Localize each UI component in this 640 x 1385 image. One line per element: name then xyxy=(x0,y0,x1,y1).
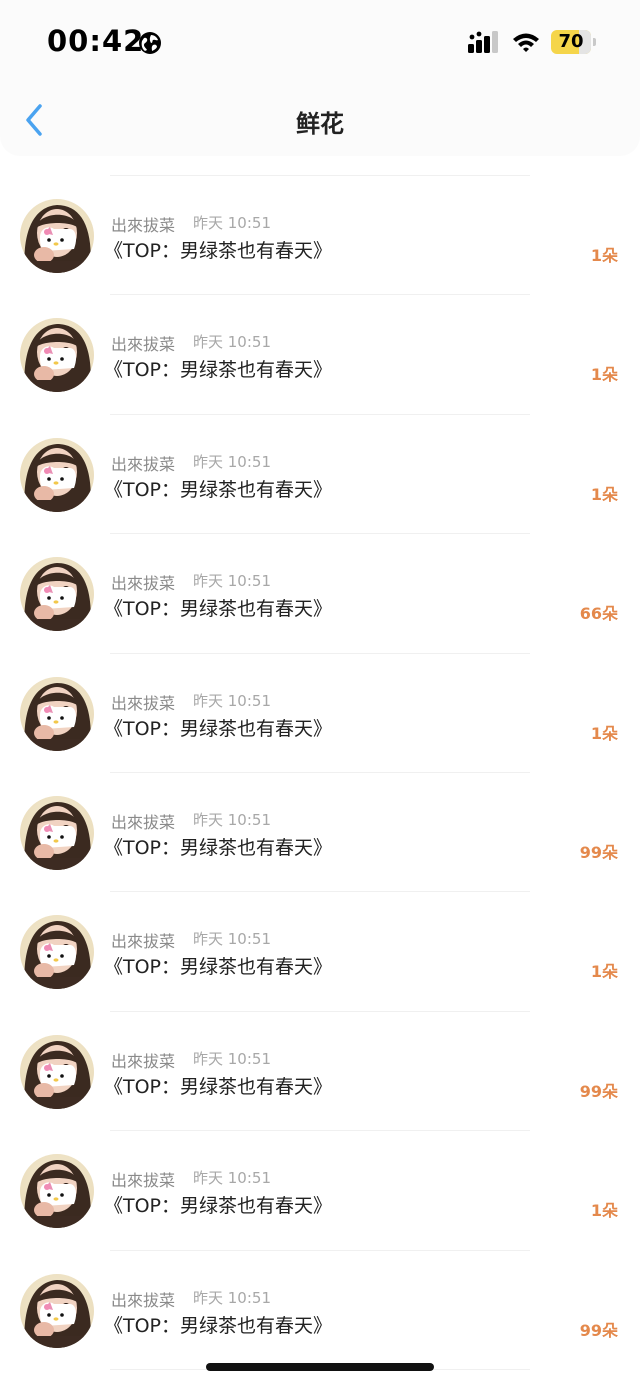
flower-count: 99朵 xyxy=(579,1320,618,1340)
book-title: 《TOP：男绿茶也有春天》 xyxy=(104,1314,333,1337)
book-title: 《TOP：男绿茶也有春天》 xyxy=(104,1075,333,1098)
avatar[interactable] xyxy=(20,795,94,870)
wifi-icon xyxy=(513,33,539,52)
avatar[interactable] xyxy=(20,437,94,512)
list-item[interactable]: 出來拔菜 昨天 10:51 《TOP：男绿茶也有春天》 1朵 xyxy=(0,654,640,773)
book-title: 《TOP：男绿茶也有春天》 xyxy=(104,717,333,740)
sender-name: 出來拔菜 xyxy=(111,1290,176,1310)
avatar[interactable] xyxy=(20,557,94,632)
sender-name: 出來拔菜 xyxy=(111,812,176,832)
timestamp: 昨天 10:51 xyxy=(193,333,271,352)
list-item[interactable]: 出來拔菜 昨天 10:51 《TOP：男绿茶也有春天》 1朵 xyxy=(0,295,640,415)
flower-count: 66朵 xyxy=(579,604,618,624)
timestamp: 昨天 10:51 xyxy=(193,930,271,949)
sender-name: 出來拔菜 xyxy=(111,574,176,594)
book-title: 《TOP：男绿茶也有春天》 xyxy=(104,956,333,979)
timestamp: 昨天 10:51 xyxy=(193,214,271,232)
book-title: 《TOP：男绿茶也有春天》 xyxy=(104,836,333,859)
globe-icon xyxy=(139,32,161,54)
list-item[interactable]: 出來拔菜 昨天 10:51 《TOP：男绿茶也有春天》 66朵 xyxy=(0,534,640,654)
book-title: 《TOP：男绿茶也有春天》 xyxy=(104,240,333,262)
sender-name: 出來拔菜 xyxy=(111,932,176,952)
flower-count: 99朵 xyxy=(579,842,618,862)
sender-name: 出來拔菜 xyxy=(111,1051,176,1071)
battery-level: 70 xyxy=(558,31,584,52)
sender-name: 出來拔菜 xyxy=(111,335,176,355)
sender-name: 出來拔菜 xyxy=(111,216,176,235)
avatar[interactable] xyxy=(20,199,94,273)
flower-count: 1朵 xyxy=(590,962,618,982)
sender-name: 出來拔菜 xyxy=(111,693,176,713)
timestamp: 昨天 10:51 xyxy=(193,1049,271,1068)
list-item[interactable]: 出來拔菜 昨天 10:51 《TOP：男绿茶也有春天》 99朵 xyxy=(0,1012,640,1132)
list-item[interactable]: 出來拔菜 昨天 10:51 《TOP：男绿茶也有春天》 1朵 xyxy=(0,415,640,535)
list-item[interactable]: 出來拔菜 昨天 10:51 《TOP：男绿茶也有春天》 99朵 xyxy=(0,1251,640,1370)
avatar[interactable] xyxy=(20,318,94,393)
flower-count: 1朵 xyxy=(590,484,618,504)
status-time: 00:42 xyxy=(47,24,145,58)
sender-name: 出來拔菜 xyxy=(111,454,176,474)
signal-icon xyxy=(468,31,498,53)
list-item[interactable]: 出來拔菜 昨天 10:51 《TOP：男绿茶也有春天》 1朵 xyxy=(0,892,640,1012)
book-title: 《TOP：男绿茶也有春天》 xyxy=(104,359,333,382)
book-title: 《TOP：男绿茶也有春天》 xyxy=(104,478,333,501)
battery-icon: 70 xyxy=(551,30,596,54)
timestamp: 昨天 10:51 xyxy=(193,1288,271,1307)
flower-list: 出來拔菜 昨天 10:51 《TOP：男绿茶也有春天》 1朵 出來拔菜 昨天 1… xyxy=(0,176,640,1370)
flower-count: 99朵 xyxy=(579,1081,618,1101)
book-title: 《TOP：男绿茶也有春天》 xyxy=(104,1195,333,1218)
list-item[interactable]: 出來拔菜 昨天 10:51 《TOP：男绿茶也有春天》 1朵 xyxy=(0,176,640,296)
flower-count: 1朵 xyxy=(590,1201,618,1221)
avatar[interactable] xyxy=(20,915,94,990)
list-item[interactable]: 出來拔菜 昨天 10:51 《TOP：男绿茶也有春天》 99朵 xyxy=(0,773,640,893)
navigation-bar: 鲜花 xyxy=(0,84,640,156)
avatar[interactable] xyxy=(20,1034,94,1109)
timestamp: 昨天 10:51 xyxy=(193,810,271,829)
flower-count: 1朵 xyxy=(590,246,618,265)
sender-name: 出來拔菜 xyxy=(111,1171,176,1191)
page-title: 鲜花 xyxy=(296,110,344,138)
avatar[interactable] xyxy=(20,1154,94,1229)
avatar[interactable] xyxy=(20,1273,94,1348)
avatar[interactable] xyxy=(20,676,94,751)
book-title: 《TOP：男绿茶也有春天》 xyxy=(104,598,333,621)
timestamp: 昨天 10:51 xyxy=(193,452,271,471)
timestamp: 昨天 10:51 xyxy=(193,572,271,591)
list-item[interactable]: 出來拔菜 昨天 10:51 《TOP：男绿茶也有春天》 1朵 xyxy=(0,1131,640,1251)
flower-count: 1朵 xyxy=(590,723,618,743)
home-indicator[interactable] xyxy=(206,1363,434,1371)
timestamp: 昨天 10:51 xyxy=(193,1169,271,1188)
status-bar: 00:42 70 xyxy=(0,0,640,84)
flower-count: 1朵 xyxy=(590,365,618,385)
timestamp: 昨天 10:51 xyxy=(193,691,271,710)
